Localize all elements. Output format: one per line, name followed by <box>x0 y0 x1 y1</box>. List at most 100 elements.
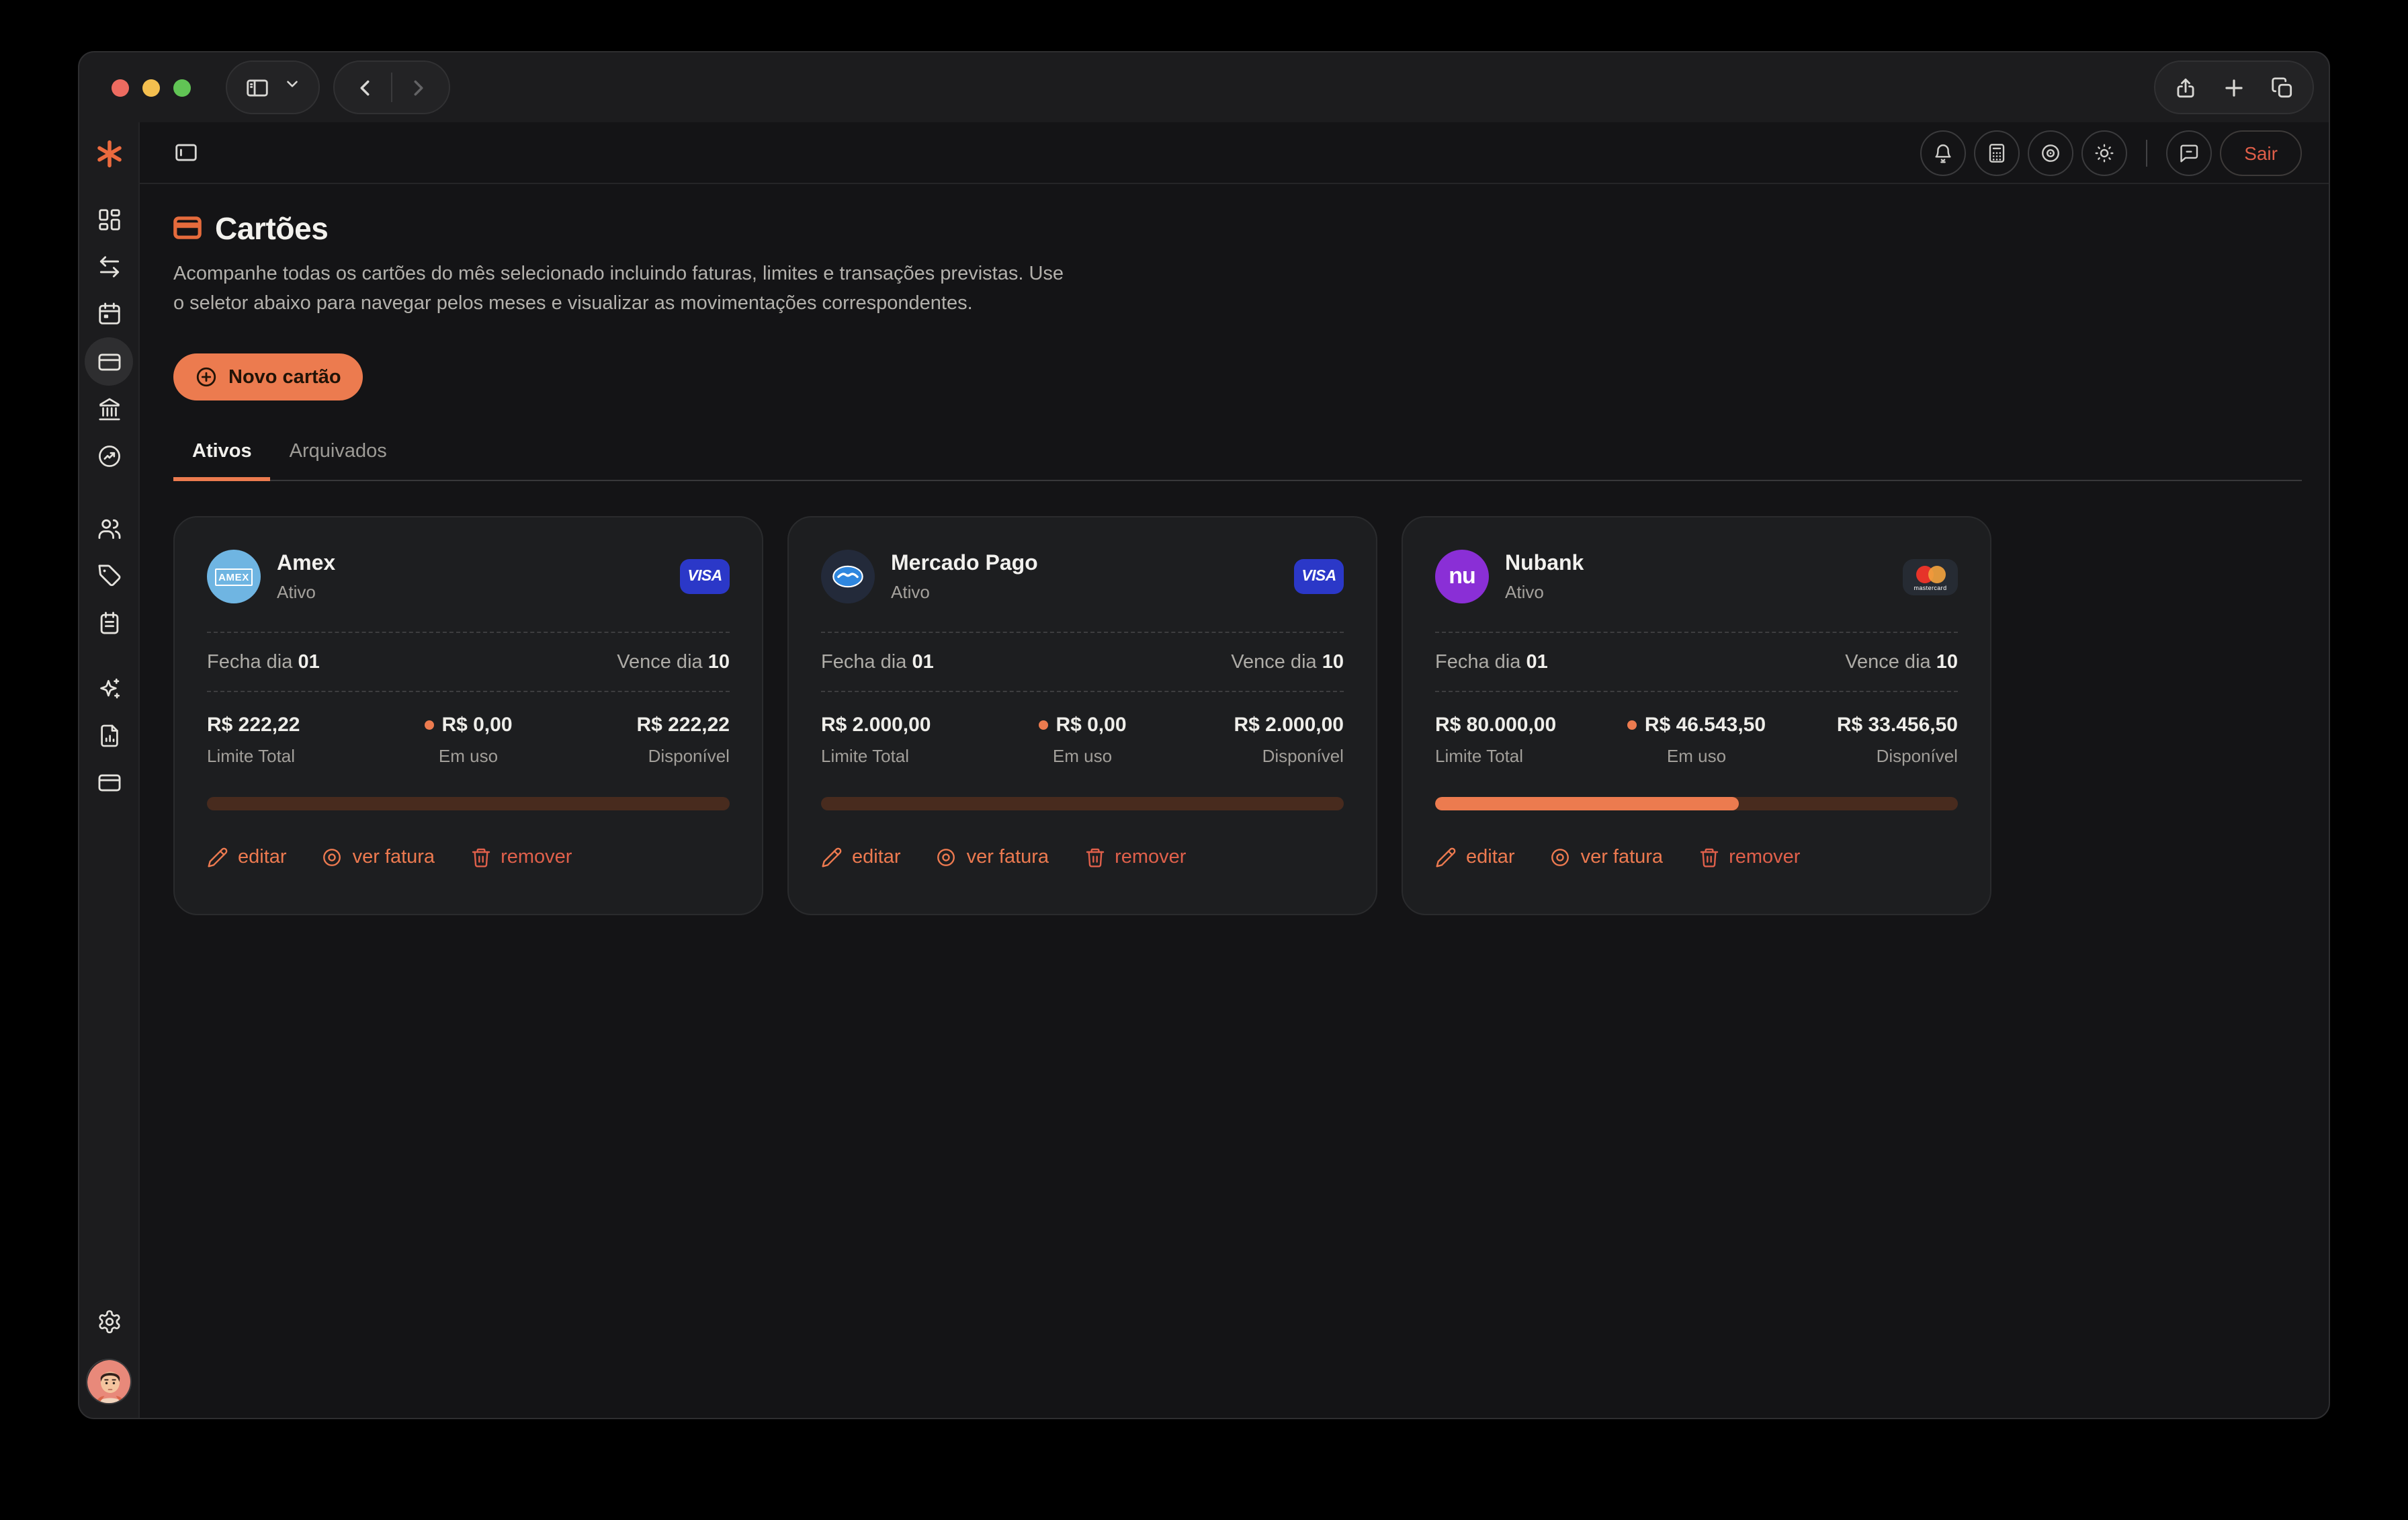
back-icon[interactable] <box>352 75 378 100</box>
in-use-dot <box>424 720 433 730</box>
remove-card-action[interactable]: remover <box>1698 847 1800 868</box>
sidebar-item-transactions[interactable] <box>96 254 122 280</box>
amex-avatar: AMEX <box>207 550 261 603</box>
trash-icon <box>1698 847 1719 868</box>
edit-card-action[interactable]: editar <box>821 847 901 868</box>
in-use-value: R$ 0,00 <box>441 714 512 736</box>
sidebar-item-accounts[interactable] <box>96 770 122 796</box>
divider <box>207 691 730 692</box>
due-day-value: 10 <box>1322 652 1344 673</box>
settings-gear-icon[interactable] <box>96 1309 122 1335</box>
notifications-bell-icon[interactable] <box>1920 130 1966 175</box>
circle-dot-icon <box>936 847 957 868</box>
panel-toggle-icon[interactable] <box>173 140 199 165</box>
pencil-icon <box>207 847 228 868</box>
in-use-dot <box>1627 720 1637 730</box>
available-label: Disponível <box>1262 746 1344 766</box>
available-value: R$ 2.000,00 <box>1234 714 1344 736</box>
sidebar-panel-icon[interactable] <box>245 75 270 100</box>
nubank-avatar: nu <box>1435 550 1489 603</box>
privacy-eye-icon[interactable] <box>2028 130 2073 175</box>
sidebar-item-cards[interactable] <box>85 337 133 386</box>
tab-overview-icon[interactable] <box>2270 75 2295 100</box>
card-status: Ativo <box>891 581 1038 601</box>
close-day-value: 01 <box>298 652 319 673</box>
user-avatar[interactable] <box>86 1359 132 1404</box>
divider <box>2146 139 2147 166</box>
limit-value: R$ 80.000,00 <box>1435 714 1556 736</box>
cards-grid: AMEX Amex Ativo VISA Fecha dia 01 Ven <box>173 516 2302 915</box>
cards-tabs: Ativos Arquivados <box>173 441 2302 481</box>
close-day-label: Fecha dia <box>207 652 292 673</box>
card-name: Amex <box>277 552 335 576</box>
divider <box>1435 632 1958 633</box>
available-value: R$ 222,22 <box>637 714 730 736</box>
tab-ativos[interactable]: Ativos <box>173 441 271 480</box>
in-use-label: Em uso <box>439 746 498 766</box>
circle-dot-icon <box>1550 847 1572 868</box>
app-logo-asterisk-icon[interactable] <box>93 138 124 176</box>
sidebar-item-contacts[interactable] <box>96 516 122 542</box>
card-mercado-pago: Mercado Pago Ativo VISA Fecha dia 01 Ven… <box>787 516 1377 915</box>
limit-value: R$ 2.000,00 <box>821 714 931 736</box>
logout-button[interactable]: Sair <box>2220 130 2302 175</box>
sidebar-item-tags[interactable] <box>96 563 122 589</box>
trash-icon <box>1084 847 1105 868</box>
trash-icon <box>470 847 491 868</box>
sidebar-item-calendar[interactable] <box>96 301 122 327</box>
available-label: Disponível <box>1877 746 1958 766</box>
limit-value: R$ 222,22 <box>207 714 300 736</box>
limit-label: Limite Total <box>821 746 931 766</box>
zoom-window-button[interactable] <box>173 79 191 96</box>
due-day-value: 10 <box>1936 652 1958 673</box>
feedback-chat-icon[interactable] <box>2166 130 2212 175</box>
calculator-icon[interactable] <box>1974 130 2020 175</box>
sidebar-item-bank[interactable] <box>96 396 122 422</box>
app-header: Sair <box>140 122 2329 184</box>
sidebar-item-reports[interactable] <box>96 723 122 749</box>
page-title: Cartões <box>173 211 2302 247</box>
close-window-button[interactable] <box>112 79 129 96</box>
view-invoice-action[interactable]: ver fatura <box>1550 847 1664 868</box>
available-value: R$ 33.456,50 <box>1837 714 1958 736</box>
close-day-value: 01 <box>1526 652 1547 673</box>
mastercard-badge: mastercard <box>1903 558 1958 595</box>
sidebar-item-planning[interactable] <box>96 610 122 636</box>
sidebar-item-dashboard[interactable] <box>96 207 122 233</box>
card-amex: AMEX Amex Ativo VISA Fecha dia 01 Ven <box>173 516 763 915</box>
theme-sun-icon[interactable] <box>2081 130 2127 175</box>
nav-history-group <box>333 60 450 114</box>
window-actions-group <box>2154 60 2314 114</box>
view-invoice-action[interactable]: ver fatura <box>936 847 1049 868</box>
titlebar <box>79 52 2329 122</box>
new-tab-icon[interactable] <box>2221 75 2247 100</box>
sidebar-item-ai-assistant[interactable] <box>96 676 122 702</box>
due-day-value: 10 <box>708 652 730 673</box>
pencil-icon <box>1435 847 1457 868</box>
chevron-down-icon[interactable] <box>284 75 301 99</box>
limit-progressbar <box>821 797 1344 810</box>
sidebar-toggle-group[interactable] <box>226 60 320 114</box>
traffic-lights <box>112 79 191 96</box>
tab-arquivados[interactable]: Arquivados <box>271 441 406 480</box>
sidebar-item-investments[interactable] <box>96 444 122 469</box>
in-use-label: Em uso <box>1667 746 1726 766</box>
due-day-label: Vence dia <box>1231 652 1316 673</box>
card-status: Ativo <box>1505 581 1584 601</box>
sidebar <box>79 122 140 1418</box>
visa-badge: VISA <box>1294 559 1344 594</box>
remove-card-action[interactable]: remover <box>1084 847 1186 868</box>
limit-progressbar <box>207 797 730 810</box>
remove-card-action[interactable]: remover <box>470 847 572 868</box>
view-invoice-action[interactable]: ver fatura <box>322 847 435 868</box>
forward-icon[interactable] <box>406 75 431 100</box>
credit-card-icon <box>173 211 202 247</box>
close-day-label: Fecha dia <box>821 652 906 673</box>
in-use-label: Em uso <box>1053 746 1112 766</box>
edit-card-action[interactable]: editar <box>207 847 287 868</box>
share-icon[interactable] <box>2173 75 2198 100</box>
new-card-button[interactable]: Novo cartão <box>173 353 363 400</box>
edit-card-action[interactable]: editar <box>1435 847 1515 868</box>
minimize-window-button[interactable] <box>142 79 160 96</box>
card-status: Ativo <box>277 581 335 601</box>
